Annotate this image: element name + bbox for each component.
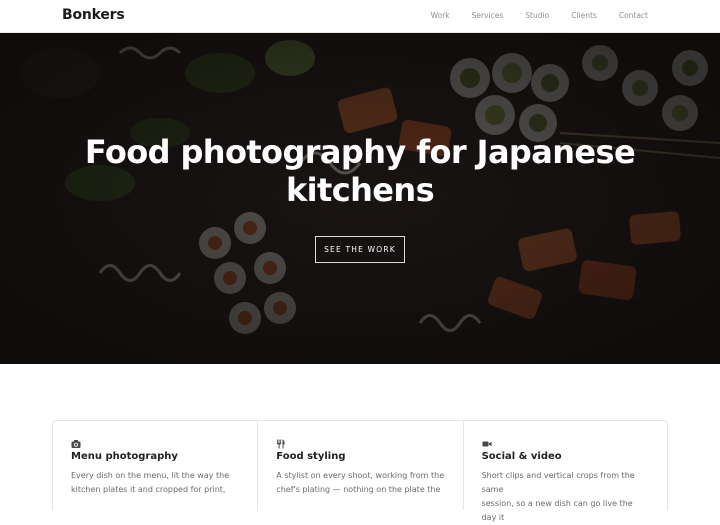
service-description: Short clips and vertical crops from the …	[482, 469, 649, 525]
service-title: Social & video	[481, 451, 562, 462]
nav-link-services[interactable]: Services	[472, 11, 504, 20]
service-title: Menu photography	[71, 451, 178, 462]
top-navigation-bar: Bonkers Work Services Studio Clients Con…	[0, 0, 720, 33]
service-description-line: A stylist on every shoot, working from t…	[276, 471, 445, 480]
nav-link-contact[interactable]: Contact	[619, 11, 648, 20]
service-description-line: session, so a new dish can go live the d…	[481, 499, 633, 522]
main-nav: Work Services Studio Clients Contact	[409, 11, 648, 20]
service-description-line: kitchen plates it and cropped for print,	[71, 485, 226, 494]
nav-link-studio[interactable]: Studio	[525, 11, 549, 20]
hero-title: Food photography for Japanese kitchens	[0, 133, 720, 209]
service-card-social-video: Social & video Short clips and vertical …	[462, 420, 668, 522]
nav-link-work[interactable]: Work	[431, 11, 450, 20]
see-the-work-button[interactable]: SEE THE WORK	[315, 236, 405, 263]
video-icon	[482, 441, 492, 447]
hero-section: Food photography for Japanese kitchens S…	[0, 33, 720, 364]
service-card-menu-photography: Menu photography Every dish on the menu,…	[52, 420, 258, 510]
service-card-food-styling: Food styling A stylist on every shoot, w…	[257, 420, 463, 510]
service-description-line: Every dish on the menu, lit the way the	[71, 471, 230, 480]
service-description-line: chef's plating — nothing on the plate th…	[276, 485, 441, 494]
service-description: Every dish on the menu, lit the way the …	[71, 469, 239, 497]
nav-link-clients[interactable]: Clients	[571, 11, 597, 20]
hero-title-line-1: Food photography for Japanese	[84, 133, 636, 171]
camera-icon	[71, 440, 81, 448]
hero-title-line-2: kitchens	[285, 171, 435, 209]
service-title: Food styling	[276, 451, 346, 462]
services-section: Menu photography Every dish on the menu,…	[52, 420, 668, 522]
service-description-line: Short clips and vertical crops from the …	[481, 471, 635, 494]
utensils-icon	[277, 439, 285, 449]
service-description: A stylist on every shoot, working from t…	[276, 469, 444, 497]
brand-logo[interactable]: Bonkers	[62, 7, 125, 23]
